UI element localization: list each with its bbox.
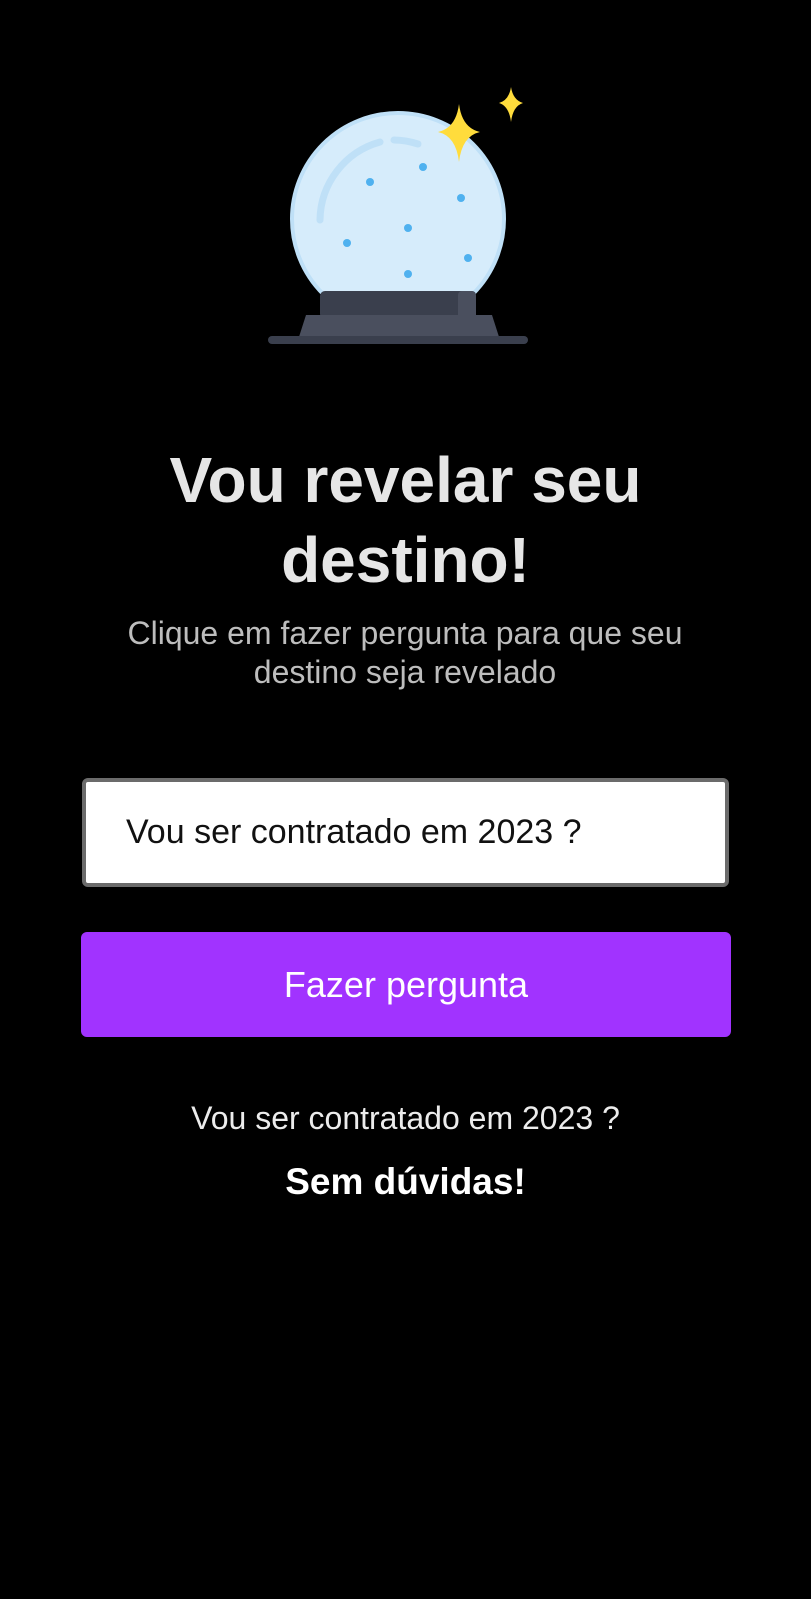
ball-stand-plate: [268, 336, 528, 344]
asked-question-text: Vou ser contratado em 2023 ?: [191, 1100, 620, 1136]
ask-question-button[interactable]: Fazer pergunta: [81, 932, 731, 1037]
globe-highlight-dash: [390, 136, 422, 148]
page-subtitle: Clique em fazer pergunta para que seu de…: [127, 615, 683, 690]
page-title-line1: Vou revelar seu: [169, 444, 642, 516]
ball-stand-top-shade: [458, 291, 476, 319]
page-title: Vou revelar seu destino!: [0, 440, 811, 600]
question-input[interactable]: [82, 778, 729, 887]
sparkle-icon: [499, 87, 523, 122]
app-screen: Vou revelar seu destino! Clique em fazer…: [0, 0, 811, 1599]
ball-stand-top: [320, 291, 476, 319]
destiny-answer: Sem dúvidas!: [285, 1161, 526, 1202]
page-title-line2: destino!: [281, 524, 530, 596]
crystal-ball-icon: [268, 87, 528, 344]
